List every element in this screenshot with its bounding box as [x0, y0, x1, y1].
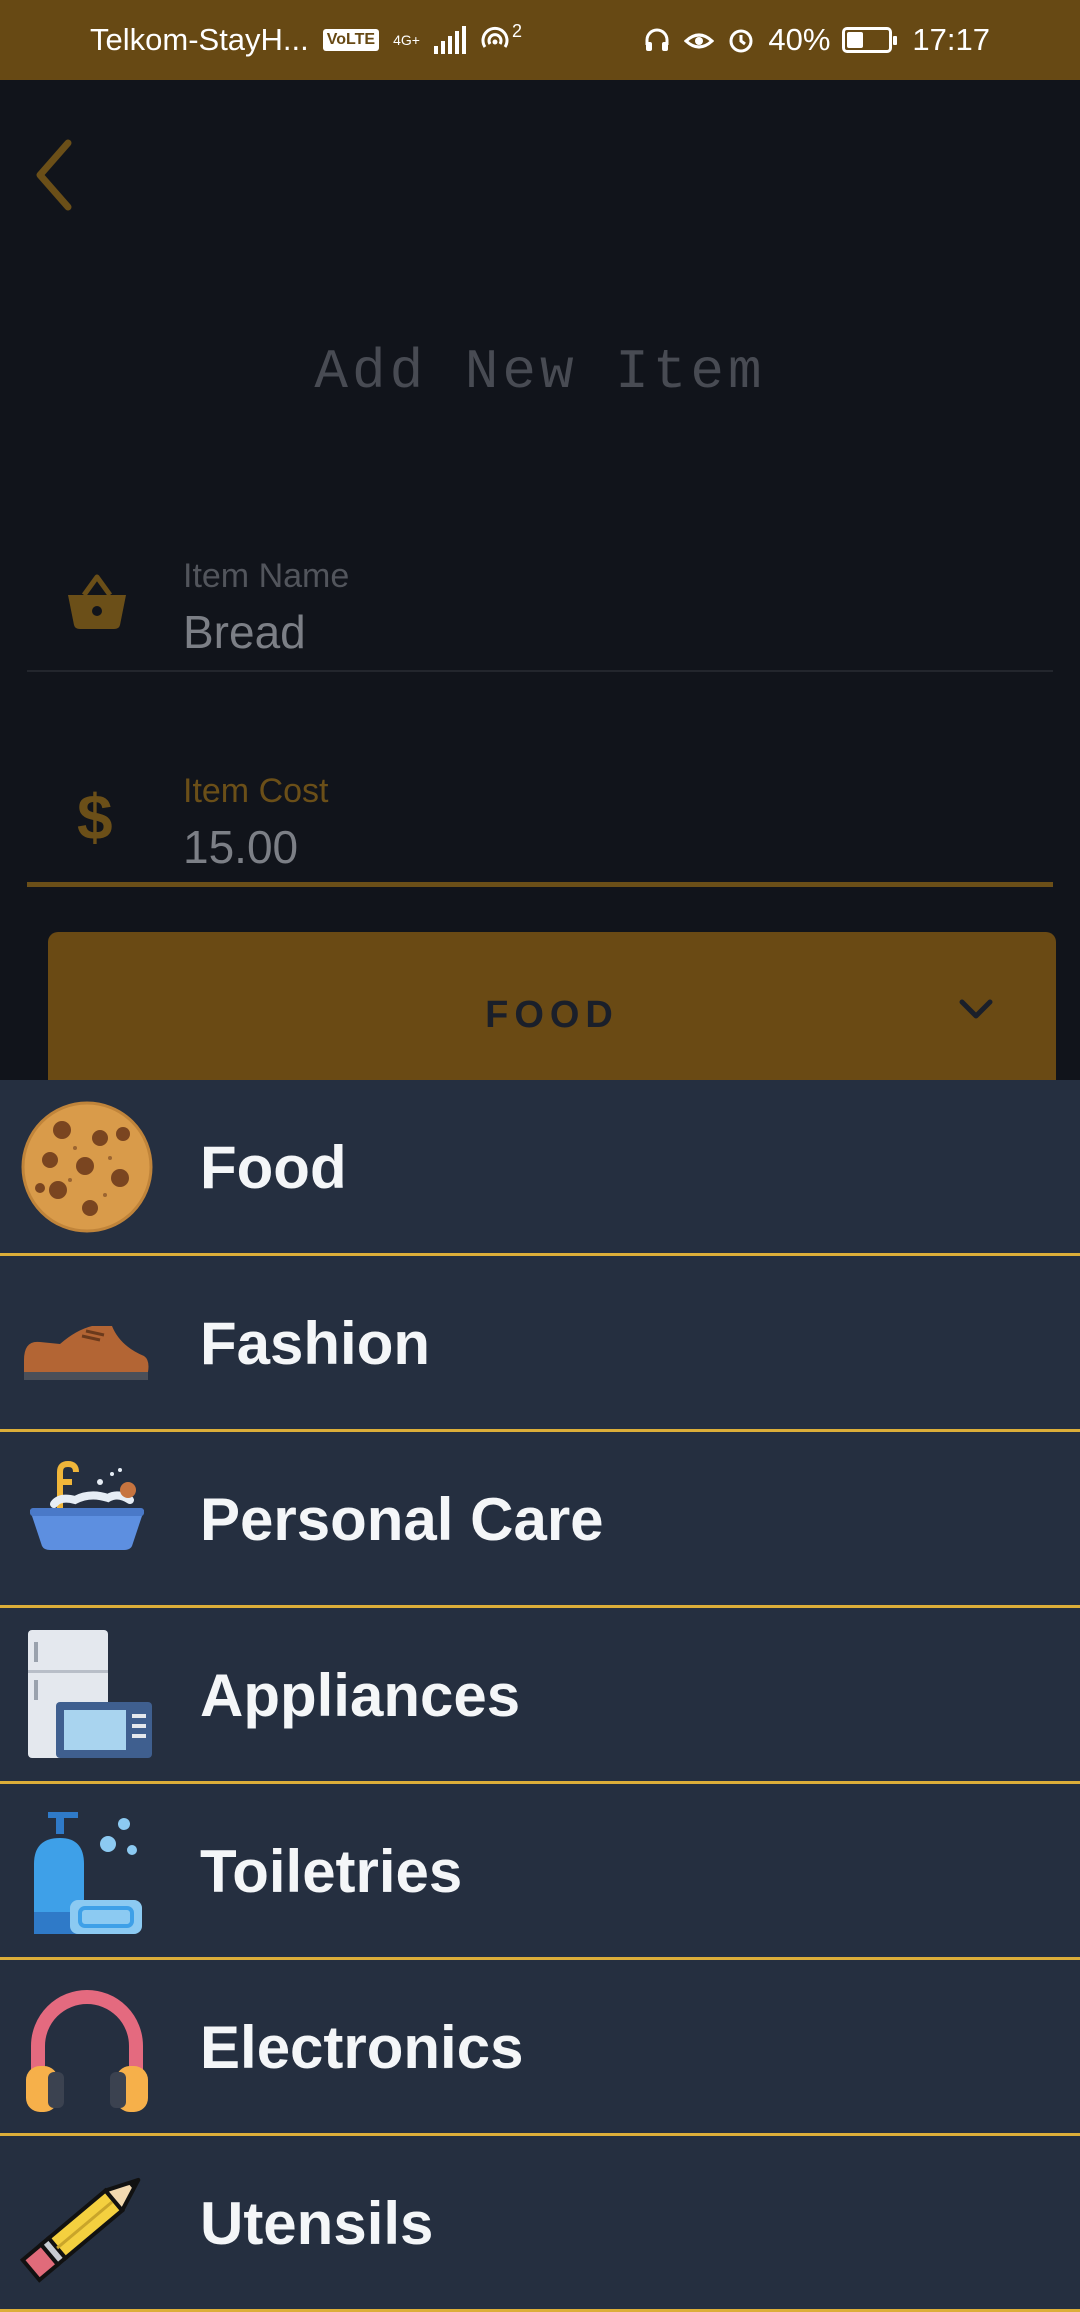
category-label: Electronics: [200, 2014, 524, 2081]
basket-icon: [68, 574, 126, 629]
hotspot-count: 2: [511, 20, 522, 41]
category-item-personal-care[interactable]: Personal Care: [0, 1432, 1080, 1608]
category-item-fashion[interactable]: Fashion: [0, 1256, 1080, 1432]
category-label: Personal Care: [200, 1486, 604, 1553]
category-item-utensils[interactable]: Utensils: [0, 2136, 1080, 2312]
category-label: Fashion: [200, 1310, 431, 1377]
volte-badge: VoLTE: [322, 29, 380, 51]
category-item-appliances[interactable]: Appliances: [0, 1608, 1080, 1784]
cookie-icon: [21, 1101, 153, 1233]
soap-dispenser-icon: [34, 1812, 142, 1934]
status-bar: Telkom-StayH... VoLTE 4G+ 2 40% 17:17: [0, 0, 1080, 80]
category-label: Toiletries: [200, 1838, 463, 1905]
category-menu: Food Fashion Personal Care Appliances To…: [0, 1080, 1080, 2312]
page-title: Add New Item: [314, 340, 766, 404]
back-arrow-icon[interactable]: [30, 135, 80, 215]
headphones-icon: [26, 1990, 148, 2112]
item-name-field[interactable]: Item Name Bread: [27, 527, 1053, 672]
item-name-underline: [27, 670, 1053, 672]
item-cost-field[interactable]: $ Item Cost 15.00: [27, 742, 1053, 887]
category-item-toiletries[interactable]: Toiletries: [0, 1784, 1080, 1960]
item-cost-underline: [27, 882, 1053, 887]
dollar-icon: $: [77, 781, 113, 853]
wash-basin-icon: [30, 1460, 144, 1550]
eye-comfort-icon: [684, 33, 715, 49]
chevron-down-icon: [959, 999, 993, 1019]
category-label: Food: [200, 1134, 347, 1201]
category-label: Appliances: [200, 1662, 521, 1729]
battery-percent: 40%: [768, 22, 831, 57]
item-cost-input[interactable]: 15.00: [183, 820, 298, 874]
item-cost-label: Item Cost: [183, 772, 329, 810]
carrier-name: Telkom-StayH...: [90, 22, 309, 57]
network-type: 4G+: [393, 32, 420, 48]
item-name-input[interactable]: Bread: [183, 605, 306, 659]
category-selected: FOOD: [485, 994, 619, 1036]
category-item-food[interactable]: Food: [0, 1080, 1080, 1256]
alarm-icon: [729, 29, 753, 53]
clock: 17:17: [912, 22, 990, 57]
battery-icon: [842, 27, 898, 53]
fridge-microwave-icon: [28, 1630, 152, 1758]
shoe-icon: [24, 1326, 149, 1380]
pencil-icon: [20, 2177, 141, 2283]
item-name-label: Item Name: [183, 557, 350, 595]
headphones-status-icon: [645, 28, 669, 51]
category-dropdown[interactable]: FOOD: [48, 932, 1056, 1082]
signal-icon: [433, 26, 466, 54]
category-item-electronics[interactable]: Electronics: [0, 1960, 1080, 2136]
category-label: Utensils: [200, 2190, 434, 2257]
hotspot-icon: [481, 26, 509, 48]
